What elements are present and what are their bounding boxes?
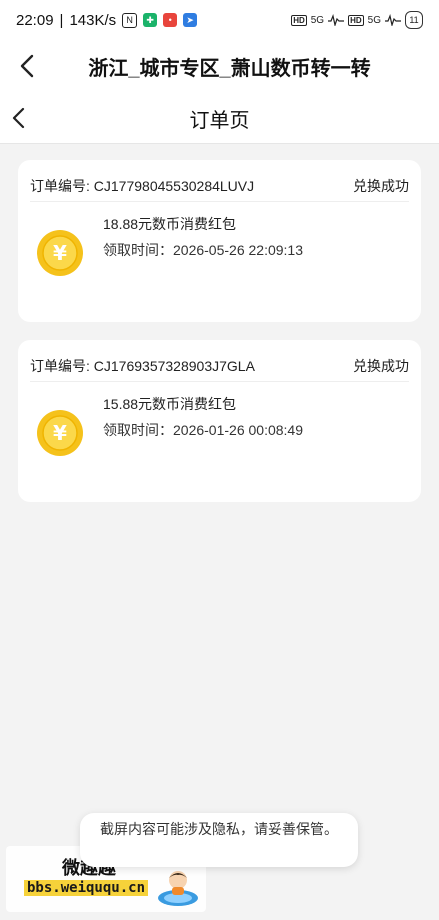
status-divider: | [59, 11, 64, 29]
message-app-icon: • [163, 13, 178, 27]
mascot-icon [158, 871, 198, 906]
signal-icon-2 [385, 14, 401, 26]
order-header: 订单编号: CJ17798045530284LUVJ 兑换成功 [30, 176, 409, 202]
order-card[interactable]: 订单编号: CJ17798045530284LUVJ 兑换成功 ¥ 18.88元… [18, 160, 421, 322]
order-status: 兑换成功 [353, 358, 409, 374]
watermark-url: bbs.weiququ.cn [24, 880, 149, 896]
coin-symbol: ¥ [53, 241, 67, 265]
status-bar: 22:09 | 143K/s N ✚ • ➤ HD 5G HD 5G 11 [0, 0, 439, 40]
coin-icon: ¥ [37, 410, 83, 456]
nfc-icon: N [122, 12, 138, 28]
coin-symbol: ¥ [53, 421, 67, 445]
hd-icon-2: HD [348, 14, 364, 26]
status-time: 22:09 [16, 11, 54, 29]
order-header: 订单编号: CJ1769357328903J7GLA 兑换成功 [30, 356, 409, 382]
app-title: 浙江_城市专区_萧山数币转一转 [88, 57, 371, 80]
order-card[interactable]: 订单编号: CJ1769357328903J7GLA 兑换成功 ¥ 15.88元… [18, 340, 421, 502]
signal-icon [328, 14, 345, 26]
privacy-toast: 截屏内容可能涉及隐私，请妥善保管。 [80, 813, 358, 867]
status-right: HD 5G HD 5G 11 [291, 11, 423, 29]
order-number: 订单编号: CJ1769357328903J7GLA [30, 358, 255, 374]
network-type-1: 5G [310, 14, 325, 26]
claim-time: 领取时间：2026-01-26 00:08:49 [103, 422, 303, 438]
toast-text: 截屏内容可能涉及隐私，请妥善保管。 [100, 821, 338, 837]
network-speed: 143K/s [69, 11, 117, 29]
page-title: 订单页 [189, 110, 250, 132]
reward-name: 18.88元数币消费红包 [103, 216, 237, 232]
status-left: 22:09 | 143K/s N ✚ • ➤ [16, 11, 198, 29]
reward-name: 15.88元数币消费红包 [103, 396, 237, 412]
coin-icon: ¥ [37, 230, 83, 276]
network-type-2: 5G [367, 14, 381, 26]
claim-time: 领取时间：2026-05-26 22:09:13 [103, 242, 303, 258]
order-number: 订单编号: CJ17798045530284LUVJ [30, 178, 255, 194]
shield-app-icon: ✚ [143, 13, 158, 27]
hd-icon: HD [291, 14, 307, 26]
page-header: 订单页 [0, 92, 439, 144]
back-arrow-icon[interactable] [16, 52, 40, 80]
order-status: 兑换成功 [353, 178, 409, 194]
app-header: 浙江_城市专区_萧山数币转一转 [0, 40, 439, 92]
battery-icon: 11 [405, 11, 423, 29]
send-app-icon: ➤ [183, 13, 198, 27]
